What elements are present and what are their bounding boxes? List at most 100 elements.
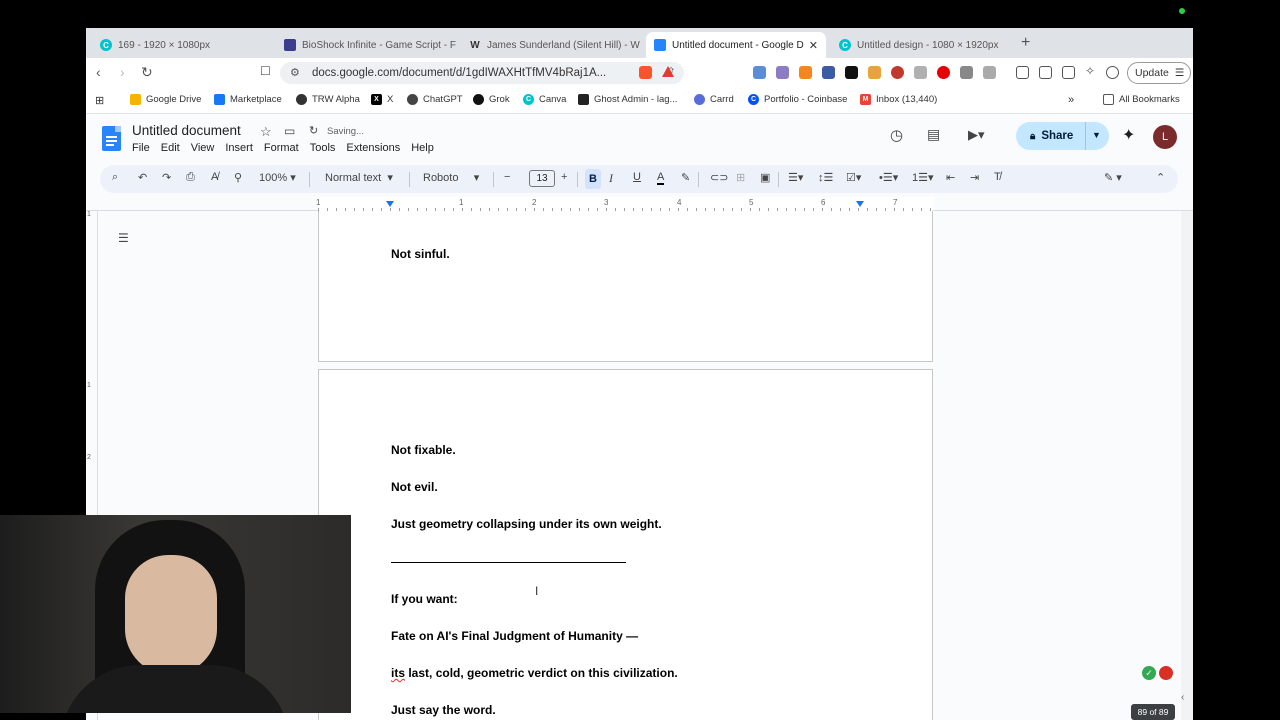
vpn-shield-icon[interactable]: [1106, 66, 1119, 79]
all-bookmarks-folder[interactable]: All Bookmarks: [1103, 94, 1180, 105]
forward-icon[interactable]: ›: [120, 64, 125, 80]
menu-view[interactable]: View: [191, 142, 215, 154]
editing-mode-icon[interactable]: ✎ ▾: [1104, 171, 1122, 184]
share-button[interactable]: 🔒︎ Share ▼: [1016, 122, 1109, 150]
extensions-puzzle-icon[interactable]: [960, 66, 973, 79]
bookmark-trw-alpha[interactable]: TRW Alpha: [296, 94, 360, 105]
tab-untitled-document[interactable]: Untitled document - Google D ✕: [646, 32, 826, 58]
document-outline-icon[interactable]: ☰: [118, 231, 129, 245]
extension-shield-icon[interactable]: [914, 66, 927, 79]
menu-file[interactable]: File: [132, 142, 150, 154]
left-indent-marker-icon[interactable]: [386, 201, 394, 207]
underline-button[interactable]: U: [633, 171, 641, 183]
new-tab-icon[interactable]: +: [1021, 34, 1030, 52]
font-size-input[interactable]: 13: [529, 170, 555, 187]
star-icon[interactable]: ☆: [260, 124, 272, 140]
extension-cloud-icon[interactable]: [776, 66, 789, 79]
extension-gray-icon[interactable]: [983, 66, 996, 79]
italic-button[interactable]: I: [609, 171, 613, 186]
back-icon[interactable]: ‹: [96, 64, 101, 80]
font-select[interactable]: Roboto ▾: [423, 171, 479, 184]
menu-extensions[interactable]: Extensions: [346, 142, 400, 154]
menu-insert[interactable]: Insert: [225, 142, 253, 154]
google-docs-logo-icon[interactable]: [102, 126, 121, 151]
tab-canva-169[interactable]: C 169 - 1920 × 1080px: [92, 32, 272, 58]
omnibox[interactable]: ⚙ docs.google.com/document/d/1gdIWAXHtTf…: [280, 62, 684, 84]
bulleted-list-icon[interactable]: •☰▾: [879, 171, 898, 184]
tab-untitled-design[interactable]: C Untitled design - 1080 × 1920px: [831, 32, 1011, 58]
collapse-side-panel-icon[interactable]: ‹: [1181, 692, 1184, 703]
more-bookmarks-icon[interactable]: »: [1068, 94, 1074, 106]
redo-icon[interactable]: ↷: [162, 171, 171, 184]
document-title[interactable]: Untitled document: [132, 123, 241, 138]
page-previous[interactable]: Not sinful.: [318, 211, 933, 362]
checklist-icon[interactable]: ☑▾: [846, 171, 861, 184]
bold-button[interactable]: B: [585, 169, 601, 189]
move-folder-icon[interactable]: ▭: [284, 124, 295, 138]
paragraph[interactable]: Not evil.: [391, 480, 438, 494]
extension-wave-icon[interactable]: [822, 66, 835, 79]
bookmark-gmail-inbox[interactable]: M Inbox (13,440): [860, 94, 937, 105]
update-button[interactable]: Update ☰: [1127, 62, 1192, 84]
paint-format-icon[interactable]: ⚲: [234, 171, 242, 184]
close-tab-icon[interactable]: ✕: [809, 39, 818, 52]
vertical-scrollbar[interactable]: [1181, 211, 1193, 720]
numbered-list-icon[interactable]: 1☰▾: [912, 171, 934, 184]
tab-bioshock[interactable]: BioShock Infinite - Game Script - F: [276, 32, 456, 58]
paragraph[interactable]: Just say the word.: [391, 703, 496, 717]
increase-indent-icon[interactable]: ⇥: [970, 171, 979, 184]
spellcheck-icon[interactable]: A̸: [211, 171, 218, 183]
paragraph[interactable]: Not fixable.: [391, 443, 456, 457]
site-info-icon[interactable]: ⚙: [290, 66, 300, 79]
paragraph[interactable]: Just geometry collapsing under its own w…: [391, 517, 662, 531]
avatar[interactable]: L: [1153, 125, 1177, 149]
tab-james-sunderland[interactable]: W James Sunderland (Silent Hill) - W: [461, 32, 641, 58]
grammar-assistant-icon[interactable]: ✓: [1142, 666, 1156, 680]
apps-grid-icon[interactable]: ⊞: [95, 94, 104, 107]
bookmark-x[interactable]: XX: [371, 94, 393, 105]
misspelled-word[interactable]: its: [391, 666, 405, 680]
menu-tools[interactable]: Tools: [310, 142, 336, 154]
menu-edit[interactable]: Edit: [161, 142, 180, 154]
menu-help[interactable]: Help: [411, 142, 434, 154]
paragraph[interactable]: Fate on AI's Final Judgment of Humanity …: [391, 629, 638, 643]
version-history-icon[interactable]: ◷: [890, 126, 903, 144]
insert-link-icon[interactable]: ⊂⊃: [710, 171, 728, 184]
undo-icon[interactable]: ↶: [138, 171, 147, 184]
page-current[interactable]: Not fixable. Not evil. Just geometry col…: [318, 369, 933, 720]
reload-icon[interactable]: ↻: [141, 64, 153, 81]
decrease-font-size-icon[interactable]: −: [504, 171, 510, 183]
decrease-indent-icon[interactable]: ⇤: [946, 171, 955, 184]
increase-font-size-icon[interactable]: +: [561, 171, 567, 183]
clear-formatting-icon[interactable]: T̸: [994, 171, 1001, 183]
paragraph[interactable]: Not sinful.: [391, 247, 450, 261]
paragraph[interactable]: its last, cold, geometric verdict on thi…: [391, 666, 678, 680]
horizontal-ruler[interactable]: 1 1 2 3 4 5 6 7: [316, 197, 933, 211]
bookmark-grok[interactable]: Grok: [473, 94, 510, 105]
extension-screen-icon[interactable]: [753, 66, 766, 79]
hide-menus-icon[interactable]: ⌃: [1156, 171, 1165, 184]
text-color-button[interactable]: A: [657, 171, 665, 185]
bookmark-canva[interactable]: C Canva: [523, 94, 566, 105]
line-spacing-icon[interactable]: ↕☰: [818, 171, 833, 184]
bookmark-google-drive[interactable]: Google Drive: [130, 94, 201, 105]
paragraph[interactable]: If you want:: [391, 592, 458, 606]
highlight-icon[interactable]: ✎: [681, 171, 690, 184]
ai-sparkle-icon[interactable]: ✧: [1085, 64, 1098, 78]
search-menus-icon[interactable]: ⌕: [112, 171, 118, 184]
wallet-icon[interactable]: [1062, 66, 1075, 79]
insert-image-icon[interactable]: ▣: [760, 171, 770, 184]
bookmark-icon[interactable]: ☐: [260, 64, 271, 78]
paragraph-style-select[interactable]: Normal text ▾: [325, 171, 393, 184]
brave-icon[interactable]: [639, 66, 652, 79]
comments-icon[interactable]: ▤: [927, 126, 940, 143]
bookmark-carrd[interactable]: Carrd: [694, 94, 734, 105]
bookmark-chatgpt[interactable]: ChatGPT: [407, 94, 463, 105]
bookmark-coinbase[interactable]: C Portfolio - Coinbase: [748, 94, 847, 105]
align-icon[interactable]: ☰▾: [788, 171, 803, 184]
zoom-select[interactable]: 100% ▾: [259, 171, 296, 184]
bookmark-marketplace[interactable]: Marketplace: [214, 94, 282, 105]
meet-icon[interactable]: ▶▾: [968, 127, 985, 143]
media-icon[interactable]: [1016, 66, 1029, 79]
opera-icon[interactable]: [937, 66, 950, 79]
